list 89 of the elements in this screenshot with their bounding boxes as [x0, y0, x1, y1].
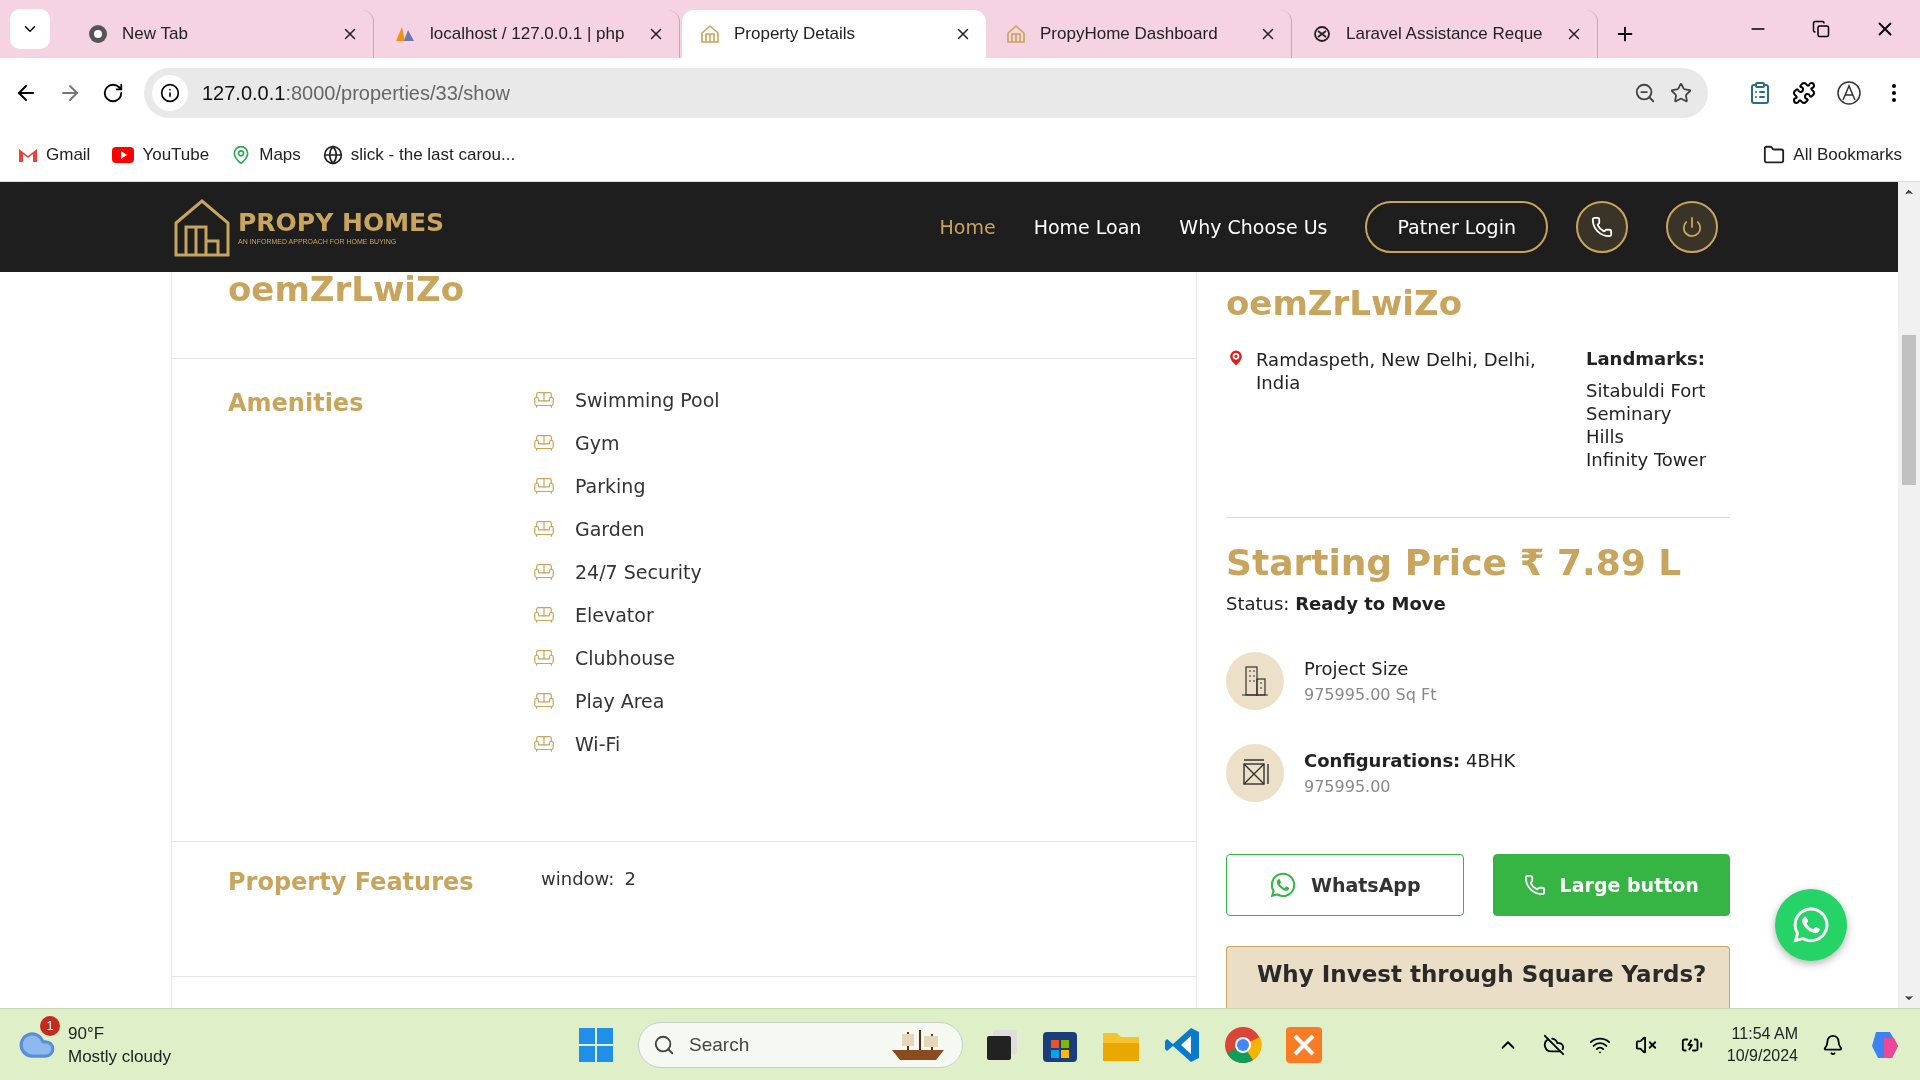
- nav-link[interactable]: Why Choose Us: [1179, 216, 1328, 238]
- power-icon: [1681, 216, 1703, 238]
- amenity-label: Garden: [575, 518, 645, 540]
- taskbar-search[interactable]: Search: [638, 1021, 963, 1068]
- house-logo-icon: [1006, 24, 1026, 44]
- status-text: Status: Ready to Move: [1226, 593, 1447, 614]
- stat-label: Configurations: 4BHK: [1304, 750, 1516, 771]
- browser-tab[interactable]: PropyHome Dashboard: [988, 10, 1292, 58]
- amenity-label: 24/7 Security: [575, 561, 702, 583]
- bookmark-link[interactable]: slick - the last carou...: [322, 144, 516, 165]
- scrollbar-thumb[interactable]: [1902, 335, 1916, 485]
- bookmark-link[interactable]: Gmail: [18, 144, 91, 165]
- feature-label: window:: [541, 868, 615, 891]
- building-icon: [1240, 665, 1270, 697]
- starting-price: Starting Price ₹ 7.89 L: [1226, 542, 1683, 583]
- bell-icon[interactable]: [1822, 1033, 1844, 1056]
- cloud-off-icon[interactable]: [1542, 1033, 1565, 1056]
- browser-tab[interactable]: localhost / 127.0.0.1 | php: [376, 10, 680, 58]
- amenity-label: Swimming Pool: [575, 389, 720, 411]
- globe-icon: [322, 144, 343, 165]
- amenity-label: Wi-Fi: [575, 733, 621, 755]
- phone-icon: [1591, 216, 1613, 238]
- notification-badge: 1: [40, 1015, 60, 1036]
- sofa-icon: [533, 647, 555, 669]
- whatsapp-icon: [1268, 871, 1297, 899]
- nav-link[interactable]: Home: [939, 216, 996, 238]
- sofa-icon: [533, 518, 555, 540]
- sofa-icon: [533, 733, 555, 755]
- floor-plan-icon: [1240, 758, 1270, 788]
- browser-tab[interactable]: Laravel Assistance Reque: [1294, 10, 1598, 58]
- address-bar[interactable]: 127.0.0.1:8000/properties/33/show: [144, 68, 1708, 118]
- reload-icon[interactable]: [102, 82, 124, 104]
- sofa-icon: [533, 389, 555, 411]
- zoom-icon[interactable]: [1634, 82, 1656, 104]
- landmark-text: Sitabuldi Fort: [1586, 379, 1707, 402]
- browser-tab[interactable]: Property Details: [682, 10, 986, 58]
- section-heading: Property Features: [228, 868, 475, 896]
- whatsapp-icon: [1791, 905, 1831, 945]
- task-view-icon[interactable]: [985, 1027, 1019, 1062]
- nav-link[interactable]: Home Loan: [1033, 216, 1142, 238]
- sofa-icon: [533, 432, 555, 454]
- amenity-label: Play Area: [575, 690, 665, 712]
- bookmark-link[interactable]: Maps: [231, 144, 301, 165]
- property-title: oemZrLwiZo: [228, 272, 464, 306]
- stat-value: 975995.00 Sq Ft: [1304, 685, 1437, 704]
- all-bookmarks-link[interactable]: All Bookmarks: [1763, 143, 1902, 166]
- sofa-icon: [533, 475, 555, 497]
- feature-value: 2: [624, 868, 636, 891]
- start-icon[interactable]: [578, 1026, 614, 1063]
- search-icon: [653, 1033, 675, 1056]
- amenity-label: Elevator: [575, 604, 654, 626]
- clipboard-icon[interactable]: [1748, 81, 1772, 105]
- mail-icon: [18, 146, 38, 163]
- landmark-text: Seminary Hills: [1586, 402, 1673, 448]
- amenity-label: Gym: [575, 432, 620, 454]
- play-icon: [112, 146, 135, 163]
- stat-label: Project Size: [1304, 658, 1410, 679]
- clock[interactable]: 11:54 AM 10/9/2024: [1726, 1022, 1798, 1067]
- stat-value: 975995.00: [1304, 777, 1392, 796]
- landmark-text: Infinity Tower: [1586, 448, 1708, 471]
- sofa-icon: [533, 604, 555, 626]
- whatsapp-button[interactable]: WhatsApp: [1226, 854, 1464, 916]
- power-button[interactable]: [1666, 201, 1718, 253]
- sofa-icon: [533, 561, 555, 583]
- info-icon[interactable]: [160, 83, 180, 103]
- sailboat-icon: [394, 25, 416, 43]
- amenity-label: Parking: [575, 475, 646, 497]
- address-text: Ramdaspeth, New Delhi, Delhi, India: [1256, 348, 1537, 395]
- property-title: oemZrLwiZo: [1226, 286, 1463, 320]
- landmarks-heading: Landmarks:: [1586, 348, 1706, 369]
- code-editor-icon[interactable]: [1163, 1025, 1201, 1064]
- bookmark-link[interactable]: YouTube: [112, 144, 210, 165]
- phone-button[interactable]: [1576, 201, 1628, 253]
- phone-icon: [1523, 874, 1546, 896]
- house-logo-icon: [700, 24, 720, 44]
- extensions-icon[interactable]: [1792, 81, 1816, 105]
- restore-icon[interactable]: [1812, 20, 1830, 38]
- location-pin-icon: [1226, 348, 1246, 368]
- profile-icon[interactable]: [1836, 80, 1862, 106]
- sofa-icon: [533, 690, 555, 712]
- folder-icon: [1763, 143, 1786, 166]
- partner-login-button[interactable]: Patner Login: [1365, 201, 1548, 253]
- temperature-text: 90°F: [68, 1022, 106, 1045]
- bookmark-star-icon[interactable]: [1670, 82, 1692, 104]
- amenity-label: Clubhouse: [575, 647, 675, 669]
- invest-heading: Why Invest through Square Yards?: [1226, 946, 1730, 1008]
- browser-tab[interactable]: New Tab: [70, 10, 374, 58]
- section-heading: Amenities: [228, 389, 365, 419]
- weather-text: Mostly cloudy: [68, 1045, 171, 1068]
